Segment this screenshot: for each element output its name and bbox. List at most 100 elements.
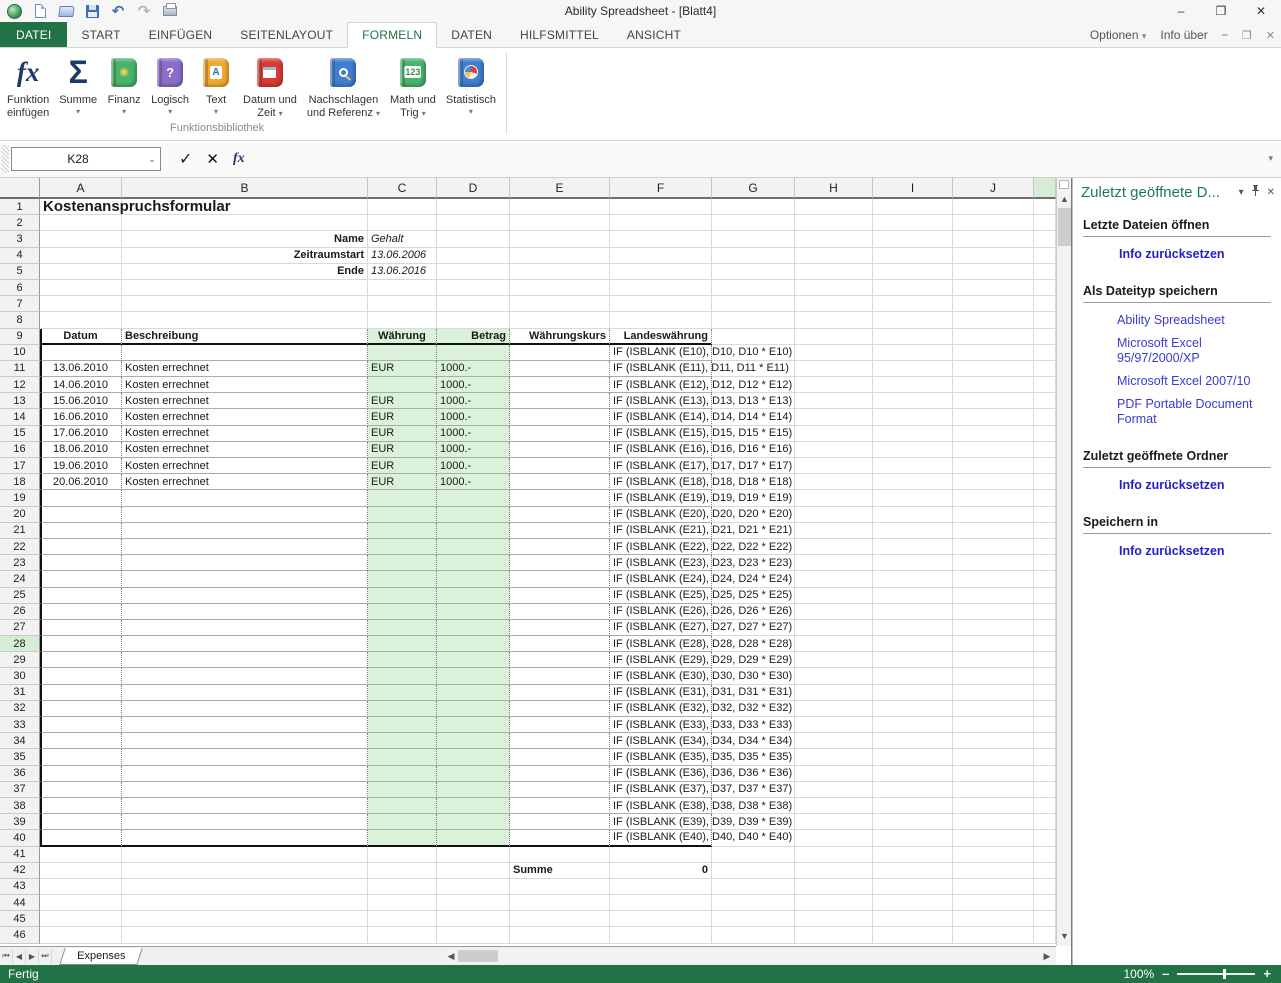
insert-function-icon[interactable]: fx	[233, 151, 245, 167]
grid-cell[interactable]	[437, 927, 510, 943]
grid-cell[interactable]	[795, 426, 873, 442]
grid-cell[interactable]	[795, 798, 873, 814]
grid-cell[interactable]	[368, 652, 437, 668]
tab-seitenlayout[interactable]: SEITENLAYOUT	[226, 22, 347, 47]
grid-cell[interactable]	[510, 733, 610, 749]
grid-cell[interactable]	[795, 296, 873, 312]
cell-B13[interactable]: Kosten errechnet	[122, 393, 368, 409]
grid-cell[interactable]	[873, 393, 953, 409]
grid-cell[interactable]	[437, 668, 510, 684]
grid-cell[interactable]	[368, 280, 437, 296]
grid-cell[interactable]	[873, 312, 953, 328]
grid-cell[interactable]	[795, 523, 873, 539]
grid-cell[interactable]	[40, 571, 122, 587]
grid-cell[interactable]	[795, 668, 873, 684]
chevron-down-icon[interactable]: ⌄	[144, 154, 160, 165]
grid-cell[interactable]	[122, 215, 368, 231]
cell-F34[interactable]: IF (ISBLANK (E34), D34, D34 * E34)	[610, 733, 712, 749]
grid-cell[interactable]	[712, 879, 795, 895]
row-header-19[interactable]: 19	[0, 490, 40, 506]
grid-cell[interactable]	[795, 895, 873, 911]
grid-cell[interactable]	[510, 847, 610, 863]
column-header-F[interactable]: F	[610, 178, 712, 199]
save-icon[interactable]	[82, 2, 102, 20]
grid-cell[interactable]	[368, 863, 437, 879]
row-header-2[interactable]: 2	[0, 215, 40, 231]
grid-cell[interactable]	[795, 571, 873, 587]
cell-D13[interactable]: 1000.-	[437, 393, 510, 409]
grid-cell[interactable]	[40, 766, 122, 782]
child-close-button[interactable]: ✕	[1266, 29, 1275, 42]
grid-cell[interactable]	[510, 426, 610, 442]
grid-cell[interactable]	[510, 571, 610, 587]
minimize-button[interactable]: –	[1161, 0, 1201, 22]
tab-datei[interactable]: DATEI	[0, 22, 67, 47]
grid-cell[interactable]	[1034, 231, 1056, 247]
grid-cell[interactable]	[510, 442, 610, 458]
grid-cell[interactable]	[953, 652, 1034, 668]
grid-cell[interactable]	[795, 749, 873, 765]
grid-cell[interactable]	[1034, 604, 1056, 620]
grid-cell[interactable]	[795, 215, 873, 231]
grid-cell[interactable]	[437, 199, 510, 215]
cell-F17[interactable]: IF (ISBLANK (E17), D17, D17 * E17)	[610, 458, 712, 474]
grid-cell[interactable]	[510, 636, 610, 652]
cell-C18[interactable]: EUR	[368, 474, 437, 490]
grid-cell[interactable]	[1034, 895, 1056, 911]
grid-cell[interactable]	[873, 620, 953, 636]
undo-icon[interactable]: ↶	[108, 2, 128, 20]
zoom-in-button[interactable]: +	[1263, 968, 1271, 980]
grid-cell[interactable]	[610, 199, 712, 215]
grid-cell[interactable]	[510, 620, 610, 636]
grid-cell[interactable]	[953, 296, 1034, 312]
grid-cell[interactable]	[1034, 749, 1056, 765]
grid-cell[interactable]	[953, 814, 1034, 830]
grid-cell[interactable]	[953, 231, 1034, 247]
grid-cell[interactable]	[122, 733, 368, 749]
grid-cell[interactable]	[40, 215, 122, 231]
grid-cell[interactable]	[122, 701, 368, 717]
grid-cell[interactable]	[795, 927, 873, 943]
row-header-35[interactable]: 35	[0, 749, 40, 765]
grid-cell[interactable]	[953, 620, 1034, 636]
grid-cell[interactable]	[437, 717, 510, 733]
row-header-17[interactable]: 17	[0, 458, 40, 474]
row-header-41[interactable]: 41	[0, 847, 40, 863]
grid-cell[interactable]	[510, 199, 610, 215]
tab-einfügen[interactable]: EINFÜGEN	[135, 22, 227, 47]
row-header-9[interactable]: 9	[0, 329, 40, 345]
grid-cell[interactable]	[437, 830, 510, 846]
grid-cell[interactable]	[953, 588, 1034, 604]
info-ueber-menu[interactable]: Info über	[1160, 28, 1207, 42]
row-header-43[interactable]: 43	[0, 879, 40, 895]
grid-cell[interactable]	[437, 701, 510, 717]
cell-F22[interactable]: IF (ISBLANK (E22), D22, D22 * E22)	[610, 539, 712, 555]
grid-cell[interactable]	[873, 604, 953, 620]
cell-C16[interactable]: EUR	[368, 442, 437, 458]
grid-cell[interactable]	[40, 555, 122, 571]
grid-cell[interactable]	[795, 442, 873, 458]
grid-cell[interactable]	[437, 749, 510, 765]
cell-F16[interactable]: IF (ISBLANK (E16), D16, D16 * E16)	[610, 442, 712, 458]
grid-cell[interactable]	[1034, 199, 1056, 215]
grid-cell[interactable]	[40, 280, 122, 296]
grid-cell[interactable]	[437, 588, 510, 604]
grid-cell[interactable]	[122, 895, 368, 911]
row-header-37[interactable]: 37	[0, 782, 40, 798]
grid-cell[interactable]	[610, 312, 712, 328]
grid-cell[interactable]	[368, 766, 437, 782]
grid-cell[interactable]	[1034, 668, 1056, 684]
grid-cell[interactable]	[795, 911, 873, 927]
grid-cell[interactable]	[610, 296, 712, 312]
row-header-38[interactable]: 38	[0, 798, 40, 814]
grid-cell[interactable]	[712, 215, 795, 231]
grid-cell[interactable]	[1034, 458, 1056, 474]
grid-cell[interactable]	[795, 329, 873, 345]
grid-cell[interactable]	[1034, 329, 1056, 345]
grid-cell[interactable]	[122, 798, 368, 814]
cell-E42[interactable]: Summe	[510, 863, 610, 879]
grid-cell[interactable]	[712, 264, 795, 280]
grid-cell[interactable]	[873, 847, 953, 863]
row-header-12[interactable]: 12	[0, 377, 40, 393]
grid-cell[interactable]	[40, 345, 122, 361]
